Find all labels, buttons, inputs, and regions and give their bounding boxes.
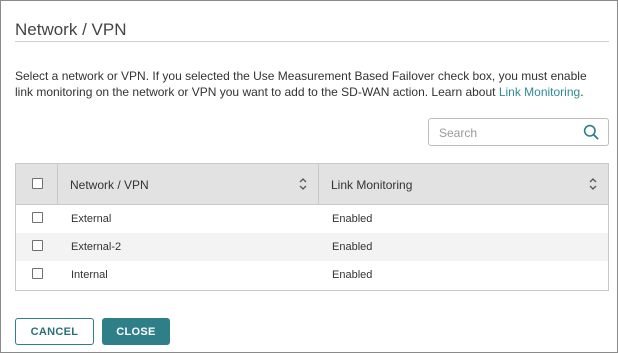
sort-icon[interactable] [588, 177, 598, 191]
close-button[interactable]: CLOSE [102, 318, 170, 345]
cell-network: External-2 [71, 241, 122, 253]
column-header-link-label: Link Monitoring [331, 178, 413, 192]
search-input[interactable] [439, 124, 579, 141]
sort-icon[interactable] [298, 177, 308, 191]
row-checkbox[interactable] [32, 212, 43, 223]
column-header-link-monitoring[interactable]: Link Monitoring [319, 164, 608, 204]
row-checkbox[interactable] [32, 240, 43, 251]
table-row[interactable]: External Enabled [16, 205, 608, 233]
cell-link-monitoring: Enabled [332, 241, 373, 253]
network-table: Network / VPN Link Monitoring External E… [15, 163, 609, 291]
table-row[interactable]: External-2 Enabled [16, 233, 608, 261]
cell-link-monitoring: Enabled [332, 213, 373, 225]
select-all-checkbox[interactable] [32, 178, 43, 189]
cell-network: External [71, 213, 112, 225]
dialog-description: Select a network or VPN. If you selected… [15, 68, 605, 100]
description-end: . [580, 85, 584, 99]
cell-network: Internal [71, 269, 108, 281]
cell-link-monitoring: Enabled [332, 269, 373, 281]
network-vpn-dialog: Network / VPN Select a network or VPN. I… [0, 0, 618, 353]
header-select-cell [16, 164, 58, 204]
link-monitoring-link[interactable]: Link Monitoring [499, 85, 580, 99]
row-checkbox[interactable] [32, 268, 43, 279]
table-row[interactable]: Internal Enabled [16, 261, 608, 289]
search-box[interactable] [428, 118, 609, 146]
title-divider [15, 41, 609, 42]
column-header-network[interactable]: Network / VPN [58, 164, 319, 204]
table-header: Network / VPN Link Monitoring [16, 164, 608, 205]
search-icon[interactable] [583, 124, 599, 140]
cancel-button[interactable]: CANCEL [15, 318, 94, 345]
dialog-title: Network / VPN [15, 20, 127, 39]
column-header-network-label: Network / VPN [70, 178, 149, 192]
